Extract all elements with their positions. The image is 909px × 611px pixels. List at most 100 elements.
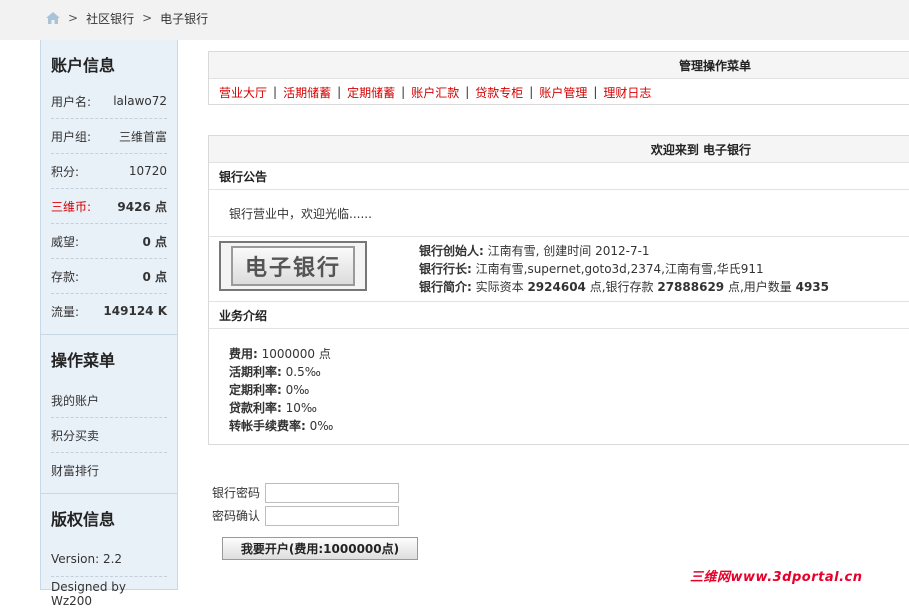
- biz-demand-rate: 活期利率: 0.5‰: [229, 363, 909, 381]
- nav-divider: |: [401, 85, 406, 99]
- menu-panel: 管理操作菜单 营业大厅 | 活期储蓄 | 定期储蓄 | 账户汇款 | 贷款专柜 …: [208, 51, 909, 105]
- breadcrumb-e-bank[interactable]: 电子银行: [160, 10, 208, 27]
- president-line: 银行行长: 江南有雪,supernet,goto3d,2374,江南有雪,华氏9…: [419, 260, 829, 278]
- row-usergroup: 用户组: 三维首富: [51, 119, 167, 154]
- sidebar-item-wealth-rank[interactable]: 财富排行: [51, 453, 167, 487]
- biz-fee-label: 费用:: [229, 347, 258, 361]
- notice-title: 银行公告: [209, 163, 909, 190]
- intro-text-a: 实际资本: [471, 280, 528, 294]
- intro-text-c: 点,用户数量: [724, 280, 796, 294]
- biz-fixed-value: 0‰: [281, 383, 310, 397]
- founder-label: 银行创始人:: [419, 244, 484, 258]
- president-label: 银行行长:: [419, 262, 472, 276]
- welcome-title: 欢迎来到 电子银行: [209, 136, 909, 163]
- version-text: Version: 2.2: [51, 542, 167, 577]
- nav-loans[interactable]: 贷款专柜: [475, 84, 523, 101]
- label-coins: 三维币:: [51, 199, 92, 214]
- label-points: 积分:: [51, 164, 80, 179]
- deposits-value: 27888629: [657, 280, 725, 294]
- nav-fixed-savings[interactable]: 定期储蓄: [347, 84, 395, 101]
- biz-details: 费用: 1000000 点 活期利率: 0.5‰ 定期利率: 0‰ 贷款利率: …: [209, 329, 909, 433]
- biz-fee: 费用: 1000000 点: [229, 345, 909, 363]
- welcome-panel: 欢迎来到 电子银行 银行公告 银行营业中，欢迎光临...... 电子银行 银行创…: [208, 135, 909, 445]
- site-watermark: 三维网www.3dportal.cn: [690, 570, 863, 585]
- value-usergroup: 三维首富: [118, 129, 167, 144]
- sidebar-item-my-account[interactable]: 我的账户: [51, 383, 167, 418]
- biz-transfer-value: 0‰: [305, 419, 334, 433]
- bank-logo-text: 电子银行: [230, 246, 355, 286]
- label-prestige: 威望:: [51, 234, 80, 249]
- confirm-password-input[interactable]: [265, 505, 399, 526]
- bank-info-lines: 银行创始人: 江南有雪, 创建时间 2012-7-1 银行行长: 江南有雪,su…: [419, 242, 829, 296]
- confirm-label: 密码确认: [212, 509, 261, 523]
- value-username: lalawo72: [113, 94, 167, 108]
- value-deposit: 0 点: [142, 269, 167, 284]
- nav-lobby[interactable]: 营业大厅: [219, 84, 267, 101]
- top-bar: > 社区银行 > 电子银行: [0, 0, 909, 40]
- nav-bar: 营业大厅 | 活期储蓄 | 定期储蓄 | 账户汇款 | 贷款专柜 | 账户管理 …: [209, 79, 909, 105]
- biz-fixed-rate: 定期利率: 0‰: [229, 381, 909, 399]
- nav-divider: |: [273, 85, 278, 99]
- biz-demand-label: 活期利率:: [229, 365, 282, 379]
- breadcrumb: > 社区银行 > 电子银行: [46, 10, 208, 26]
- value-points: 10720: [128, 164, 167, 178]
- intro-label: 银行简介:: [419, 280, 472, 294]
- intro-line: 银行简介: 实际资本 2924604 点,银行存款 27888629 点,用户数…: [419, 278, 829, 296]
- intro-text-b: 点,银行存款: [585, 280, 658, 294]
- password-row: 银行密码: [212, 481, 399, 504]
- label-username: 用户名:: [51, 94, 92, 109]
- label-traffic: 流量:: [51, 304, 80, 319]
- biz-transfer-label: 转帐手续费率:: [229, 419, 306, 433]
- capital-value: 2924604: [527, 280, 586, 294]
- nav-transfer[interactable]: 账户汇款: [411, 84, 459, 101]
- password-label: 银行密码: [212, 486, 261, 500]
- label-usergroup: 用户组:: [51, 129, 92, 144]
- biz-demand-value: 0.5‰: [281, 365, 321, 379]
- row-username: 用户名: lalawo72: [51, 84, 167, 119]
- confirm-row: 密码确认: [212, 504, 399, 527]
- biz-loan-label: 贷款利率:: [229, 401, 282, 415]
- label-deposit: 存款:: [51, 269, 80, 284]
- value-coins: 9426 点: [117, 199, 167, 214]
- ops-menu-title: 操作菜单: [51, 351, 116, 370]
- open-account-form: 银行密码 密码确认: [212, 481, 399, 527]
- breadcrumb-separator: >: [68, 11, 79, 25]
- open-account-button[interactable]: 我要开户(费用:1000000点): [222, 537, 418, 560]
- row-prestige: 威望: 0 点: [51, 224, 167, 259]
- founder-line: 银行创始人: 江南有雪, 创建时间 2012-7-1: [419, 242, 829, 260]
- users-value: 4935: [795, 280, 830, 294]
- nav-finance-log[interactable]: 理财日志: [603, 84, 651, 101]
- value-traffic: 149124 K: [103, 304, 167, 318]
- notice-text: 银行营业中，欢迎光临......: [209, 190, 909, 237]
- sidebar-item-points-trade[interactable]: 积分买卖: [51, 418, 167, 453]
- account-info-title: 账户信息: [51, 56, 116, 75]
- value-prestige: 0 点: [142, 234, 167, 249]
- biz-title: 业务介绍: [209, 302, 909, 329]
- biz-fee-value: 1000000 点: [257, 347, 331, 361]
- nav-divider: |: [529, 85, 534, 99]
- nav-divider: |: [593, 85, 598, 99]
- bank-logo: 电子银行: [219, 241, 367, 291]
- menu-panel-title: 管理操作菜单: [209, 52, 909, 79]
- biz-transfer-fee: 转帐手续费率: 0‰: [229, 417, 909, 435]
- nav-account-manage[interactable]: 账户管理: [539, 84, 587, 101]
- row-coins: 三维币: 9426 点: [51, 189, 167, 224]
- password-input[interactable]: [265, 482, 399, 503]
- row-deposit: 存款: 0 点: [51, 259, 167, 294]
- copyright-title: 版权信息: [51, 510, 116, 529]
- breadcrumb-separator: >: [142, 11, 153, 25]
- sidebar: 账户信息 用户名: lalawo72 用户组: 三维首富 积分: 10720 三…: [40, 40, 178, 608]
- bank-info: 电子银行 银行创始人: 江南有雪, 创建时间 2012-7-1 银行行长: 江南…: [209, 237, 909, 302]
- breadcrumb-community-bank[interactable]: 社区银行: [86, 10, 134, 27]
- president-value: 江南有雪,supernet,goto3d,2374,江南有雪,华氏911: [471, 262, 764, 276]
- nav-divider: |: [337, 85, 342, 99]
- biz-loan-rate: 贷款利率: 10‰: [229, 399, 909, 417]
- home-icon[interactable]: [46, 12, 60, 24]
- row-points: 积分: 10720: [51, 154, 167, 189]
- biz-loan-value: 10‰: [281, 401, 317, 415]
- nav-divider: |: [465, 85, 470, 99]
- row-traffic: 流量: 149124 K: [51, 294, 167, 328]
- nav-demand-savings[interactable]: 活期储蓄: [283, 84, 331, 101]
- designer-text: Designed by Wz200: [51, 580, 126, 608]
- founder-value: 江南有雪, 创建时间 2012-7-1: [483, 244, 650, 258]
